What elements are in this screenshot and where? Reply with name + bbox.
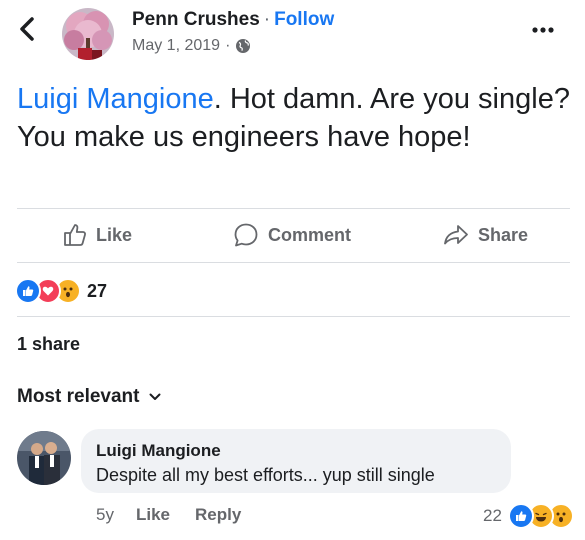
divider xyxy=(17,208,570,209)
divider xyxy=(17,316,570,317)
chevron-down-icon xyxy=(149,393,161,400)
page-name-link[interactable]: Penn Crushes xyxy=(132,9,260,30)
more-options-button[interactable] xyxy=(527,20,559,40)
separator-dot: · xyxy=(225,37,231,54)
follow-button[interactable]: Follow xyxy=(274,9,334,30)
mention-link[interactable]: Luigi Mangione xyxy=(17,83,214,115)
share-label: Share xyxy=(478,224,529,245)
share-button[interactable]: Share xyxy=(442,219,528,251)
back-button[interactable] xyxy=(14,14,40,44)
comment-text: Despite all my best efforts... yup still… xyxy=(96,465,435,485)
divider xyxy=(17,262,570,263)
post-header-title: Penn Crushes · Follow xyxy=(132,9,334,31)
sort-label: Most relevant xyxy=(17,386,140,407)
globe-icon xyxy=(236,39,251,53)
reactions-summary[interactable]: 27 xyxy=(15,278,107,304)
comment-button[interactable]: Comment xyxy=(232,219,351,251)
page-avatar[interactable] xyxy=(62,8,114,60)
like-reaction-icon xyxy=(15,278,41,304)
more-dots-icon xyxy=(532,27,554,33)
commenter-avatar[interactable] xyxy=(17,431,71,485)
chevron-left-icon xyxy=(20,17,34,41)
post-meta: May 1, 2019 · xyxy=(132,37,251,55)
comment-author[interactable]: Luigi Mangione xyxy=(96,441,221,461)
shares-count[interactable]: 1 share xyxy=(17,334,80,355)
comment-label: Comment xyxy=(268,224,352,245)
comment-like-button[interactable]: Like xyxy=(136,505,170,525)
thumbs-up-icon xyxy=(64,224,86,246)
comment-sort-dropdown[interactable]: Most relevant xyxy=(17,386,161,408)
separator-dot: · xyxy=(263,9,271,30)
comment-icon xyxy=(234,223,258,247)
comment-reactions[interactable]: 22 xyxy=(483,503,574,529)
reaction-count: 27 xyxy=(87,280,108,301)
comment-age: 5y xyxy=(96,505,114,524)
like-label: Like xyxy=(96,224,133,245)
share-arrow-icon xyxy=(444,225,468,245)
post-date[interactable]: May 1, 2019 xyxy=(132,37,220,55)
comment-reaction-count: 22 xyxy=(483,506,502,525)
comment-reply-button[interactable]: Reply xyxy=(195,505,241,525)
like-reaction-icon xyxy=(507,503,534,529)
like-button[interactable]: Like xyxy=(62,219,132,251)
post-text: Luigi Mangione. Hot damn. Are you single… xyxy=(17,80,572,156)
